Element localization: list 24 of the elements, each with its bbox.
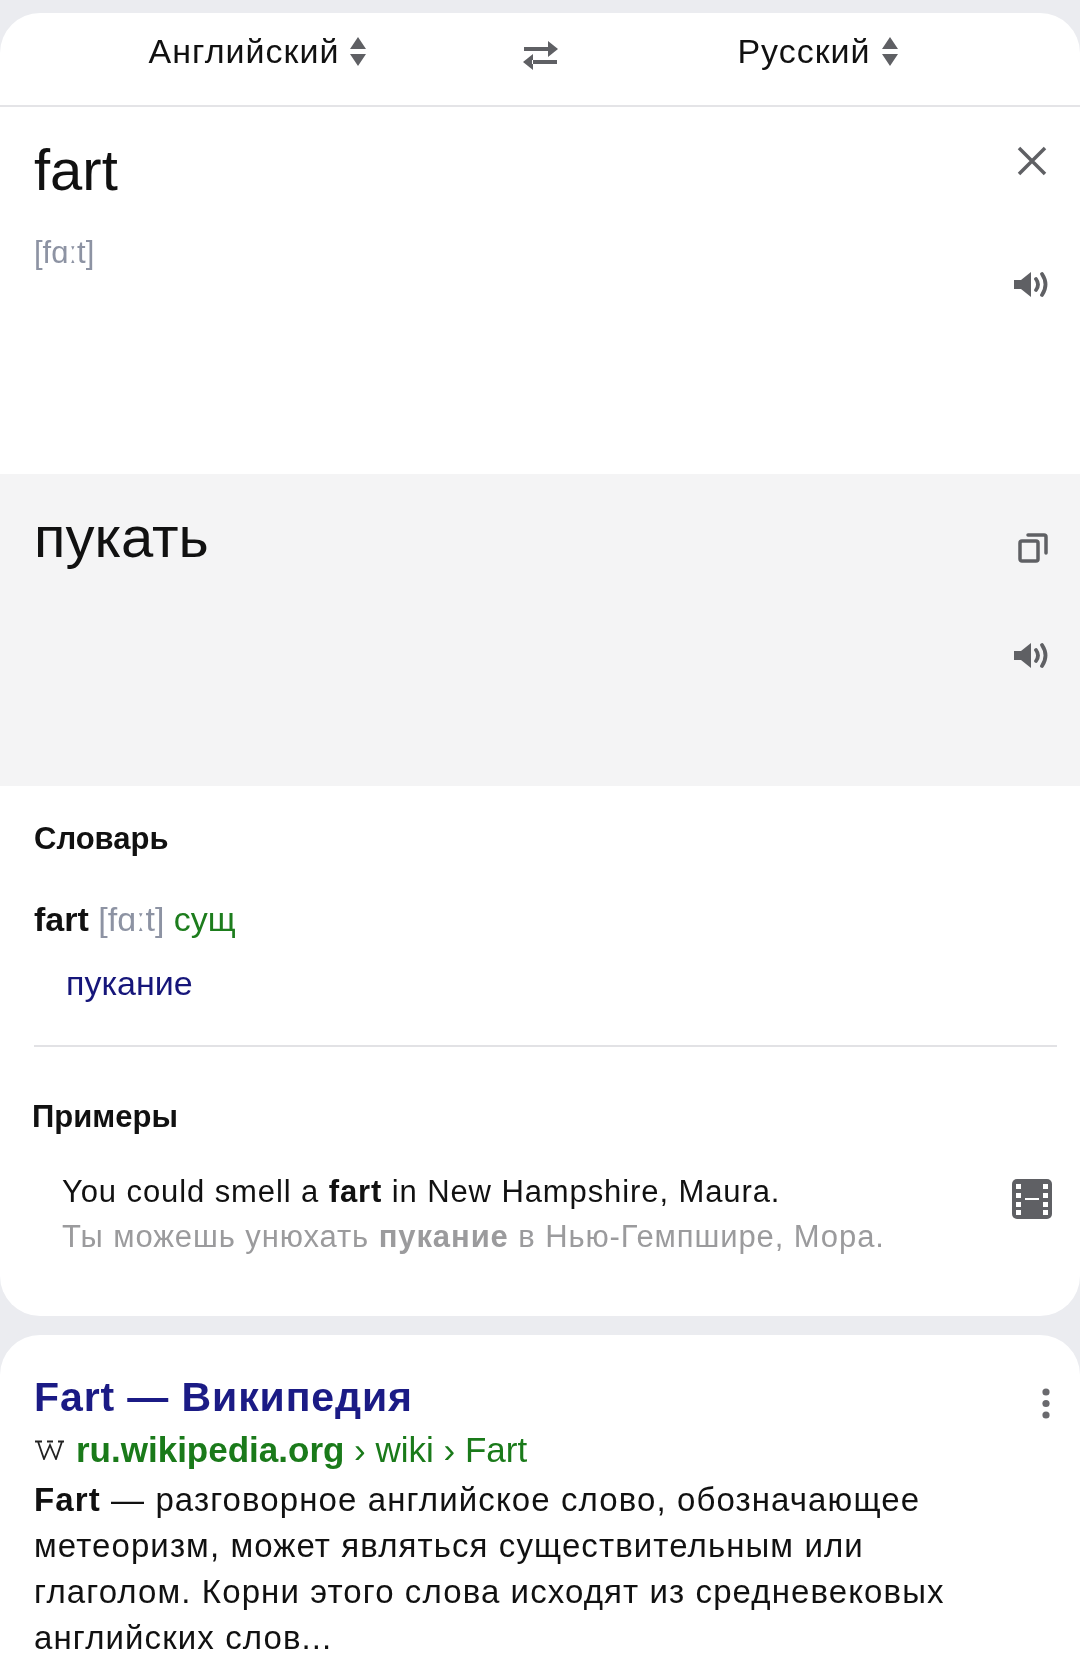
example-sentence: You could smell a fart in New Hampshire, Maura. <box>62 1173 781 1211</box>
example-translation: Ты можешь унюхать пукание в Нью-Гемпшире, Мора. <box>62 1218 885 1256</box>
transcription: [fɑːt] <box>34 234 95 272</box>
target-language-selector[interactable]: Русский <box>733 29 903 73</box>
result-url-link[interactable]: ru.wikipedia.org › wiki › Fart <box>76 1428 528 1472</box>
result-snippet: Fart — разговорное английское слово, обозначающее метеоризм, может являться существительным или глаголом. Корни этого слова исходят из средневековых английских слов... <box>34 1480 946 1658</box>
more-icon[interactable] <box>1042 1388 1050 1419</box>
film-icon[interactable] <box>1012 1179 1052 1219</box>
part-of-speech: сущ <box>173 900 236 938</box>
dictionary-translation-link[interactable]: пукание <box>66 962 193 1004</box>
source-text-field[interactable]: fart <box>34 137 1014 203</box>
copy-icon[interactable] <box>1018 532 1049 563</box>
sort-icon <box>880 35 899 67</box>
close-icon[interactable] <box>1017 146 1047 176</box>
letter-w-icon <box>34 1440 65 1460</box>
sort-icon <box>349 35 368 67</box>
swap-icon[interactable] <box>521 40 559 71</box>
section-heading: Примеры <box>32 1098 178 1136</box>
dictionary-word: fart <box>34 900 89 938</box>
source-language-selector[interactable]: Английский <box>144 29 372 73</box>
translation-text: пукать <box>34 504 209 570</box>
result-title-link[interactable]: Fart — Википедия <box>34 1373 413 1421</box>
section-heading: Словарь <box>34 820 169 858</box>
transcription: [fɑːt] <box>98 900 165 938</box>
